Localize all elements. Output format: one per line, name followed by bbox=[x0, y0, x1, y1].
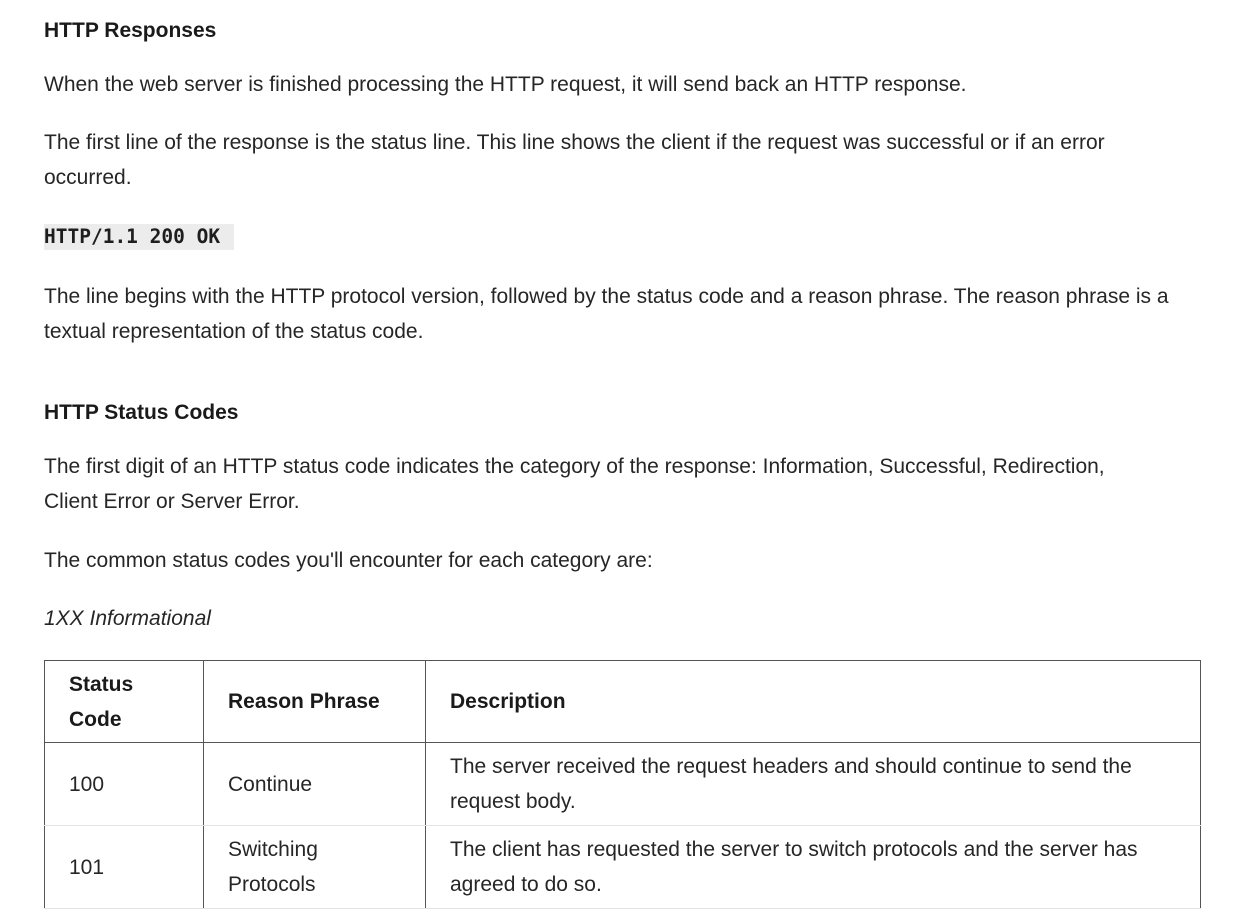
status-code-cell: 101 bbox=[44, 825, 204, 909]
table-header-row: Status Code Reason Phrase Description bbox=[44, 660, 1201, 743]
column-header-reason-phrase: Reason Phrase bbox=[203, 660, 426, 743]
http-responses-heading: HTTP Responses bbox=[44, 19, 217, 42]
table-row: 101 Switching Protocols The client has r… bbox=[44, 825, 1201, 909]
status-codes-table: Status Code Reason Phrase Description 10… bbox=[44, 660, 1201, 909]
table-row: 100 Continue The server received the req… bbox=[44, 742, 1201, 826]
status-line-code: HTTP/1.1 200 OK bbox=[44, 224, 235, 250]
status-codes-categories-paragraph: The common status codes you'll encounter… bbox=[44, 549, 653, 572]
status-codes-intro-paragraph: The first digit of an HTTP status code i… bbox=[44, 455, 1105, 513]
description-cell: The server received the request headers … bbox=[425, 742, 1201, 826]
category-label-1xx: 1XX Informational bbox=[44, 607, 211, 630]
column-header-status-code: Status Code bbox=[44, 660, 204, 743]
reason-phrase-cell: Switching Protocols bbox=[203, 825, 426, 909]
http-status-codes-heading: HTTP Status Codes bbox=[44, 401, 239, 424]
status-line-paragraph: The first line of the response is the st… bbox=[44, 131, 1105, 189]
status-line-explanation: The line begins with the HTTP protocol v… bbox=[44, 285, 1169, 343]
column-header-description: Description bbox=[425, 660, 1201, 743]
responses-intro-paragraph: When the web server is finished processi… bbox=[44, 73, 967, 96]
status-code-cell: 100 bbox=[44, 742, 204, 826]
description-cell: The client has requested the server to s… bbox=[425, 825, 1201, 909]
reason-phrase-cell: Continue bbox=[203, 742, 426, 826]
